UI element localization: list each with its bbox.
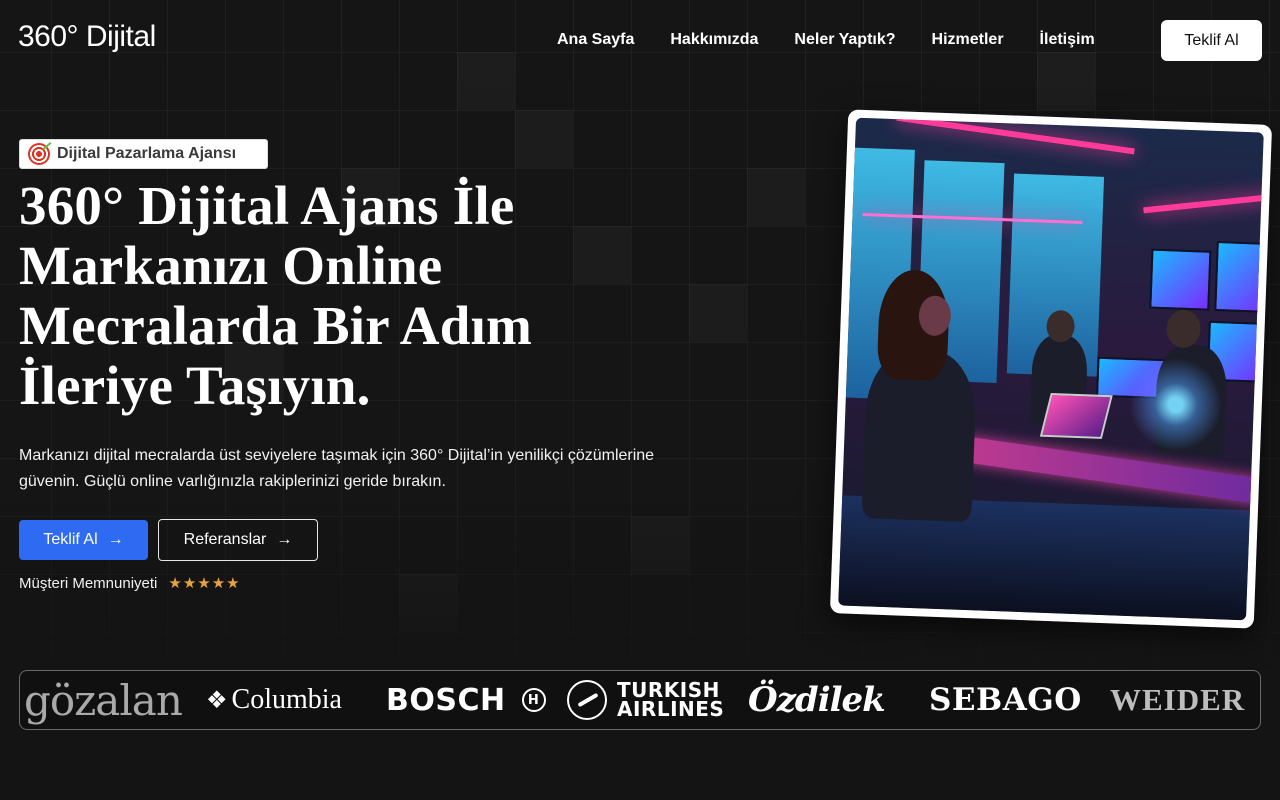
star-rating-icon: ★★★★★ [168, 575, 241, 592]
customer-satisfaction: Müşteri Memnuniyeti ★★★★★ [19, 574, 241, 593]
bg-tile [515, 110, 573, 168]
rating-label: Müşteri Memnuniyeti [19, 574, 158, 592]
agency-badge: Dijital Pazarlama Ajansı [19, 139, 268, 169]
turkish-airlines-wordmark: TURKISH AIRLINES [617, 680, 725, 721]
logo-turkish-airlines: TURKISH AIRLINES [567, 671, 724, 729]
photo-laptop [1039, 393, 1113, 439]
photo-person-head [1165, 309, 1202, 349]
headline-line: 360° Dijital Ajans İle [19, 175, 515, 236]
columbia-wordmark: Columbia [231, 684, 342, 715]
hero-description: Markanızı dijital mecralarda üst seviyel… [19, 443, 679, 495]
bg-tile [631, 516, 689, 574]
photo-monitor [1149, 248, 1212, 311]
columbia-diamond-icon: ❖ [206, 687, 228, 714]
references-button[interactable]: Referanslar → [158, 519, 318, 561]
bg-tile [457, 52, 515, 110]
client-logos: gözalan ❖ Columbia BOSCH H TURKISH AIRLI… [19, 670, 1261, 730]
airlines-line: AIRLINES [617, 697, 725, 721]
nav-item-neler-yaptik[interactable]: Neler Yaptık? [794, 31, 895, 49]
bg-tile [747, 168, 805, 226]
nav-item-iletisim[interactable]: İletişim [1040, 31, 1095, 49]
arrow-right-icon: → [276, 531, 293, 548]
header-quote-button[interactable]: Teklif Al [1161, 20, 1262, 61]
photo-light [896, 117, 1135, 155]
logo-ozdilek: Özdilek [748, 680, 886, 720]
quote-button-label: Teklif Al [43, 531, 98, 548]
bg-tile [1037, 52, 1095, 110]
nav-item-hizmetler[interactable]: Hizmetler [932, 31, 1004, 49]
turkish-airlines-bird-icon [567, 680, 607, 720]
bg-tile [689, 284, 747, 342]
hero-photo-frame [829, 109, 1273, 629]
photo-light [1143, 193, 1264, 214]
logo-bosch: BOSCH H [386, 671, 546, 729]
target-icon [28, 143, 50, 165]
headline-line: İleriye Taşıyın. [19, 355, 371, 416]
headline-line: Markanızı Online [19, 235, 443, 296]
hero-headline: 360° Dijital Ajans İle Markanızı Online … [19, 176, 659, 416]
description-line: Markanızı dijital mecralarda üst seviyel… [19, 447, 655, 464]
site-logo[interactable]: 360° Dijital [18, 20, 156, 54]
bg-tile [399, 574, 457, 632]
bosch-armature-icon: H [521, 688, 546, 712]
logo-gozalan: gözalan [24, 675, 183, 725]
photo-monitor [1214, 240, 1264, 313]
quote-button[interactable]: Teklif Al → [19, 520, 148, 560]
description-line: güvenin. Güçlü online varlığınızla rakip… [19, 473, 446, 490]
bosch-wordmark: BOSCH [386, 682, 506, 718]
office-photo [838, 117, 1264, 621]
nav-item-ana-sayfa[interactable]: Ana Sayfa [557, 31, 634, 49]
logo-weider: WEIDER [1110, 682, 1246, 717]
headline-line: Mecralarda Bir Adım [19, 295, 532, 356]
badge-label: Dijital Pazarlama Ajansı [57, 145, 237, 162]
nav-item-hakkimizda[interactable]: Hakkımızda [670, 31, 758, 49]
main-nav: Ana Sayfa Hakkımızda Neler Yaptık? Hizme… [557, 31, 1131, 49]
logo-columbia: ❖ Columbia [206, 671, 342, 729]
logo-sebago: SEBAGO [929, 682, 1082, 718]
references-button-label: Referanslar [183, 531, 267, 548]
arrow-right-icon: → [107, 531, 124, 548]
